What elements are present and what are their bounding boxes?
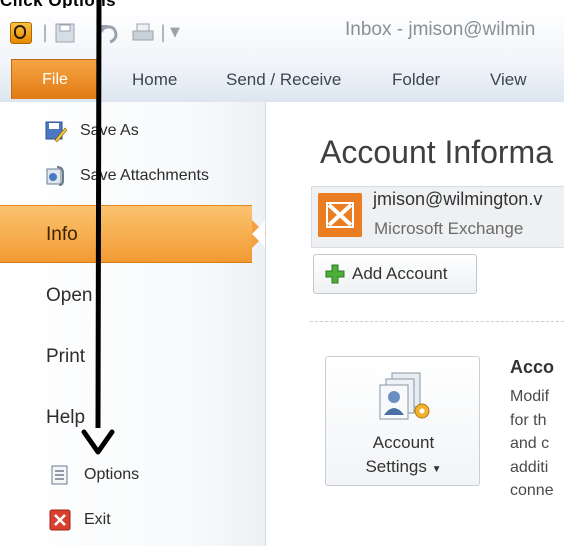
info-pointer-notch	[252, 221, 265, 247]
section-divider	[310, 321, 564, 322]
plus-icon	[325, 264, 345, 284]
save-as-icon	[45, 121, 67, 142]
account-settings-label: Account Settings ▼	[326, 431, 481, 482]
add-account-label: Add Account	[352, 264, 448, 283]
menu-exit[interactable]: Exit	[49, 509, 111, 535]
menu-open[interactable]: Open	[46, 285, 92, 307]
dropdown-arrow-icon: ▼	[431, 464, 442, 475]
account-settings-title: Acco	[510, 357, 555, 377]
save-attachments-icon	[46, 166, 64, 186]
menu-options[interactable]: Options	[49, 464, 139, 490]
tab-send-receive[interactable]: Send / Receive	[226, 70, 341, 90]
menu-save-attachments-label: Save Attachments	[80, 167, 209, 185]
menu-save-as[interactable]: Save As	[45, 120, 139, 146]
exchange-icon	[318, 193, 362, 237]
menu-save-attachments[interactable]: Save Attachments	[45, 165, 209, 191]
tab-home[interactable]: Home	[132, 70, 177, 90]
menu-info[interactable]: Info	[0, 205, 252, 263]
account-settings-line2: Settings ▼	[365, 457, 442, 476]
window-title: Inbox - jmison@wilmin	[345, 19, 536, 40]
undo-icon[interactable]	[98, 22, 120, 44]
account-settings-line1: Account	[372, 433, 435, 452]
account-information-heading: Account Informa	[320, 134, 553, 170]
quick-access-separator: |	[160, 22, 167, 43]
menu-print[interactable]: Print	[46, 346, 85, 368]
account-settings-description: Modif for th and c additi conne	[510, 388, 554, 499]
account-type: Microsoft Exchange	[374, 219, 524, 238]
tab-file[interactable]: File	[11, 59, 99, 99]
options-icon	[51, 465, 68, 485]
tab-view[interactable]: View	[490, 70, 527, 90]
menu-exit-label: Exit	[84, 511, 111, 529]
menu-options-label: Options	[84, 466, 140, 484]
menu-save-as-label: Save As	[80, 122, 139, 140]
print-icon[interactable]	[130, 22, 156, 44]
tab-folder[interactable]: Folder	[392, 70, 440, 90]
exit-icon	[49, 509, 71, 531]
outlook-app-icon[interactable]	[10, 22, 32, 44]
account-settings-button[interactable]: Account Settings ▼	[325, 356, 480, 486]
menu-help[interactable]: Help	[46, 407, 85, 429]
menu-info-label: Info	[46, 224, 78, 245]
account-email: jmison@wilmington.v	[373, 189, 543, 209]
quick-access-separator: |	[42, 22, 49, 43]
save-icon[interactable]	[54, 22, 76, 44]
account-settings-icon	[379, 372, 430, 420]
add-account-button[interactable]: Add Account	[313, 254, 477, 294]
customize-quick-access-icon[interactable]: ▼	[170, 22, 180, 44]
